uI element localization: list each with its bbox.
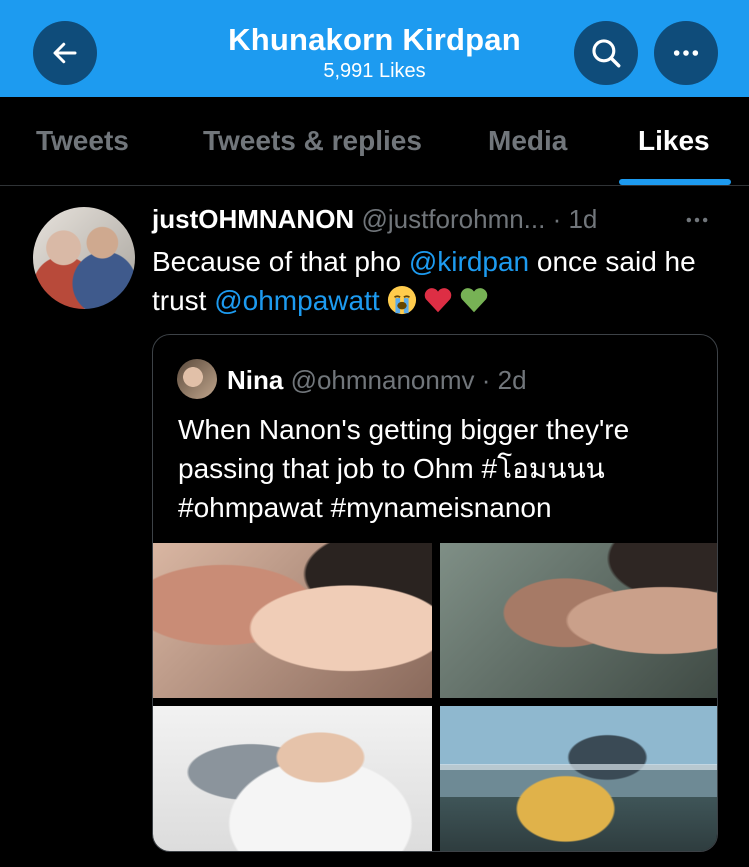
- tweet-text-part: Because of that pho: [152, 246, 409, 277]
- photo-4[interactable]: [440, 706, 717, 851]
- crying-face-emoji: [388, 285, 417, 315]
- tab-media[interactable]: Media: [488, 125, 567, 157]
- active-tab-indicator: [619, 179, 731, 185]
- quoted-meta: Nina @ohmnanonmv · 2d: [227, 365, 527, 396]
- profile-header: Khunakorn Kirdpan 5,991 Likes: [0, 0, 749, 97]
- quoted-author-name[interactable]: Nina: [227, 365, 283, 395]
- media-grid: [153, 543, 717, 851]
- photo-1[interactable]: [153, 543, 432, 698]
- photo-3[interactable]: [153, 706, 432, 851]
- red-heart-emoji: [425, 288, 452, 313]
- avatar[interactable]: [33, 207, 135, 309]
- author-name[interactable]: justOHMNANON: [152, 204, 354, 234]
- photo-detail: [440, 764, 717, 770]
- quoted-time: · 2d: [481, 365, 527, 395]
- quoted-text: When Nanon's getting bigger they're pass…: [178, 414, 630, 523]
- tweet-meta: justOHMNANON @justforohmn... · 1d: [152, 204, 597, 235]
- green-heart-emoji: [461, 288, 488, 313]
- tweet-more-button[interactable]: [683, 206, 711, 241]
- tweet-text: Because of that pho @kirdpan once said h…: [152, 242, 732, 320]
- tab-tweets-and-replies[interactable]: Tweets & replies: [203, 125, 422, 157]
- quoted-avatar[interactable]: [177, 359, 217, 399]
- more-horizontal-icon: [673, 50, 699, 56]
- more-button[interactable]: [654, 21, 718, 85]
- likes-count: 5,991 Likes: [323, 60, 426, 82]
- more-horizontal-icon: [686, 217, 708, 223]
- tab-tweets[interactable]: Tweets: [36, 125, 129, 157]
- profile-tabs: Tweets Tweets & replies Media Likes: [0, 97, 749, 186]
- author-handle[interactable]: @justforohmn...: [361, 204, 545, 234]
- tweet-time: · 1d: [552, 204, 598, 234]
- search-icon: [592, 39, 621, 68]
- quoted-author-handle[interactable]: @ohmnanonmv: [291, 365, 475, 395]
- search-button[interactable]: [574, 21, 638, 85]
- quoted-tweet-card[interactable]: Nina @ohmnanonmv · 2d When Nanon's getti…: [152, 334, 718, 852]
- photo-2[interactable]: [440, 543, 717, 698]
- mention-link[interactable]: @ohmpawatt: [214, 285, 379, 316]
- mention-link[interactable]: @kirdpan: [409, 246, 529, 277]
- tab-likes[interactable]: Likes: [638, 125, 710, 157]
